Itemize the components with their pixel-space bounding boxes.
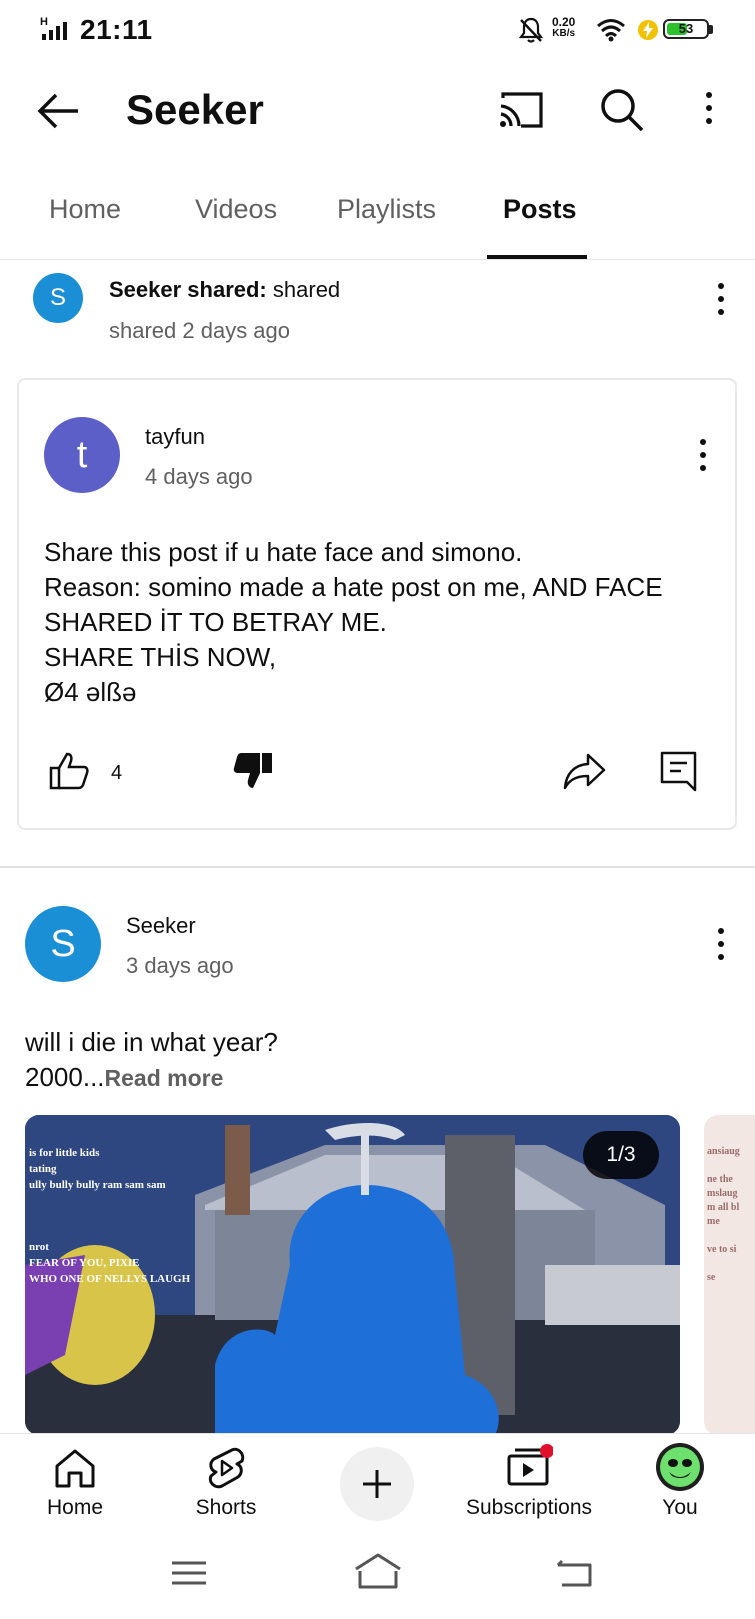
post-author[interactable]: tayfun	[145, 424, 205, 450]
dislike-button[interactable]	[232, 750, 274, 792]
back-button[interactable]	[34, 86, 84, 136]
battery-level: 53	[678, 21, 694, 36]
home-icon	[55, 1449, 95, 1488]
shared-author[interactable]: Seeker shared:	[109, 277, 267, 302]
search-icon	[601, 89, 644, 132]
image-caption-side: ansiaug ne the mslaug m all bl me ve to …	[707, 1146, 740, 1283]
mute-icon	[518, 16, 544, 44]
read-more-link[interactable]: Read more	[105, 1065, 224, 1091]
cast-icon	[500, 92, 543, 128]
nav-shorts[interactable]: Shorts	[151, 1434, 301, 1534]
thumbs-down-icon	[233, 753, 272, 788]
avatar[interactable]: S	[25, 906, 101, 982]
comments-button[interactable]	[659, 750, 699, 792]
shorts-icon	[208, 1447, 245, 1489]
nav-home-label: Home	[46, 1496, 104, 1519]
nav-subscriptions[interactable]: Subscriptions	[453, 1434, 605, 1534]
dot-icon	[706, 105, 712, 111]
dot-icon	[718, 283, 724, 289]
like-button[interactable]	[48, 750, 90, 792]
clock: 21:11	[80, 14, 153, 45]
battery-indicator: 53	[663, 19, 709, 39]
avatar-letter: S	[50, 922, 76, 965]
more-options-button[interactable]	[694, 88, 724, 128]
thumbs-up-icon	[49, 752, 89, 790]
dot-icon	[706, 92, 712, 98]
dot-icon	[718, 954, 724, 960]
channel-title: Seeker	[126, 86, 264, 133]
post-divider	[0, 866, 755, 868]
tab-home[interactable]: Home	[49, 194, 121, 225]
ellipsis: ...	[82, 1062, 105, 1092]
system-back-button[interactable]	[554, 1553, 596, 1593]
post-body: will i die in what year? 2000...Read mor…	[25, 1025, 705, 1096]
dot-icon	[718, 928, 724, 934]
avatar-letter: S	[49, 284, 66, 311]
post-author[interactable]: Seeker	[126, 913, 196, 939]
post-timestamp: 4 days ago	[145, 464, 253, 489]
image-caption-top: is for little kids tating ully bully bul…	[29, 1147, 166, 1191]
post-menu-button[interactable]	[688, 435, 718, 475]
shared-post-title: Seeker shared: shared	[109, 277, 340, 303]
next-post-image[interactable]: ansiaug ne the mslaug m all bl me ve to …	[704, 1115, 755, 1435]
system-navigation-bar	[0, 1533, 755, 1619]
search-button[interactable]	[598, 86, 646, 134]
avatar-letter: t	[76, 433, 88, 476]
bottom-navigation: Home Shorts Subscriptions You	[0, 1433, 755, 1534]
dot-icon	[700, 452, 706, 458]
network-speed: 0.20 KB/s	[552, 16, 575, 40]
dot-icon	[718, 296, 724, 302]
tabs-divider	[0, 259, 755, 260]
like-count: 4	[111, 762, 123, 784]
recent-apps-button[interactable]	[168, 1553, 210, 1593]
speed-value: 0.20	[552, 15, 576, 29]
status-bar: H 21:11 0.20 KB/s 53	[0, 0, 755, 60]
dot-icon	[718, 941, 724, 947]
menu-icon	[172, 1561, 206, 1585]
shared-action: shared	[272, 277, 341, 302]
charging-icon	[637, 18, 659, 42]
dot-icon	[718, 309, 724, 315]
back-arrow-icon	[37, 93, 78, 129]
battery-tip	[709, 25, 713, 34]
system-home-button[interactable]	[352, 1551, 404, 1595]
tab-posts[interactable]: Posts	[503, 194, 577, 225]
post-menu-button[interactable]	[706, 924, 736, 964]
dot-icon	[700, 465, 706, 471]
post-menu-button[interactable]	[706, 279, 736, 319]
wifi-icon	[596, 18, 626, 42]
cast-button[interactable]	[497, 88, 545, 132]
post-body: Share this post if u hate face and simon…	[44, 537, 663, 707]
image-caption-middle: nrot FEAR OF YOU, PIXIE WHO ONE OF NELLY…	[29, 1241, 191, 1285]
comment-icon	[660, 751, 697, 792]
share-arrow-icon	[563, 753, 606, 790]
speed-unit: KB/s	[552, 28, 576, 39]
you-avatar	[656, 1443, 704, 1491]
post-image[interactable]: is for little kids tating ully bully bul…	[25, 1115, 680, 1435]
tab-videos[interactable]: Videos	[195, 194, 277, 225]
shared-timestamp: shared 2 days ago	[109, 318, 291, 343]
create-button[interactable]	[340, 1447, 414, 1521]
back-icon	[556, 1559, 592, 1587]
avatar[interactable]: S	[33, 273, 83, 323]
dot-icon	[700, 439, 706, 445]
nav-home[interactable]: Home	[0, 1434, 150, 1534]
carousel-page-indicator: 1/3	[583, 1131, 659, 1179]
nav-shorts-label: Shorts	[195, 1496, 257, 1519]
nav-you-label: You	[662, 1496, 698, 1519]
plus-icon	[363, 1470, 391, 1498]
tab-playlists[interactable]: Playlists	[337, 194, 436, 225]
signal-icon: H	[40, 16, 72, 42]
nav-subscriptions-label: Subscriptions	[465, 1496, 593, 1519]
nav-you[interactable]: You	[605, 1434, 755, 1534]
post-timestamp: 3 days ago	[126, 953, 234, 978]
avatar[interactable]: t	[44, 417, 120, 493]
dot-icon	[706, 118, 712, 124]
subscriptions-icon	[507, 1444, 553, 1486]
share-button[interactable]	[562, 750, 608, 792]
house-outline-icon	[355, 1553, 401, 1589]
